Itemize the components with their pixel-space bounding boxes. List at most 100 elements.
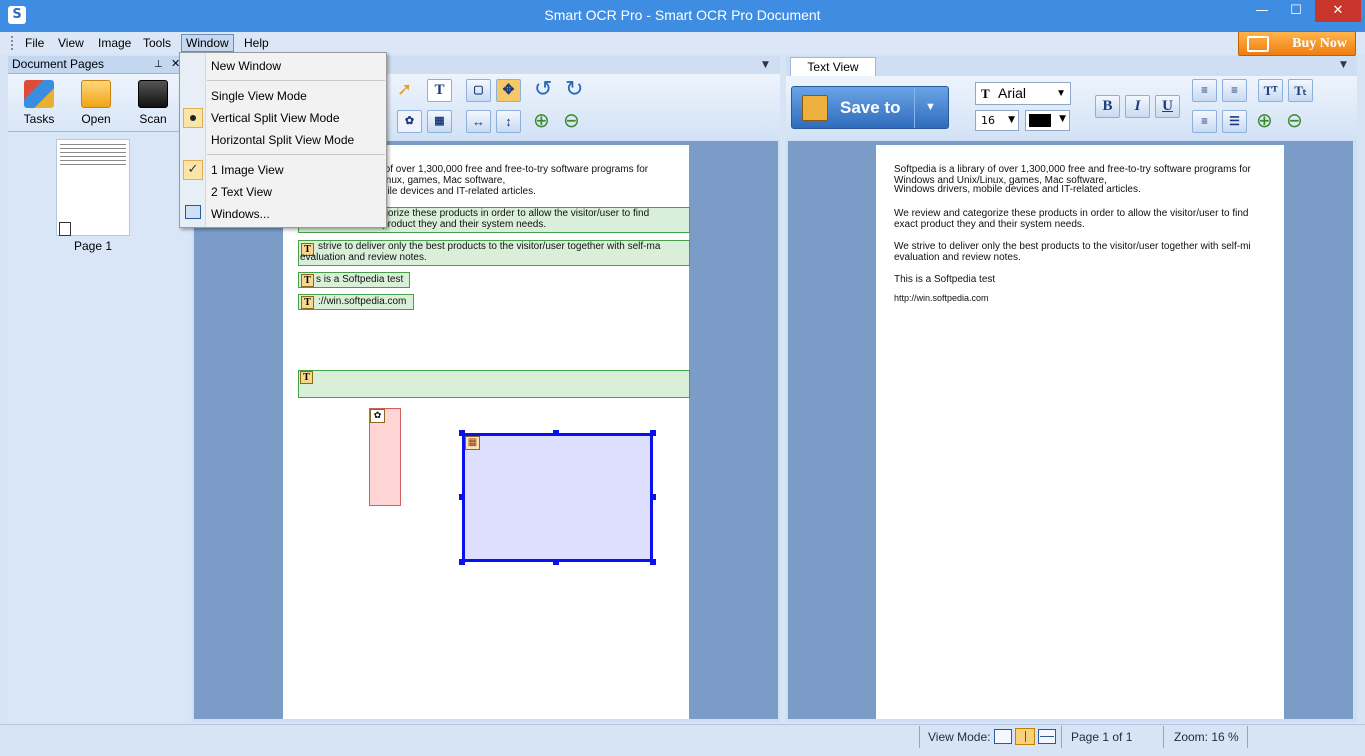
fit-height-icon[interactable]: ↕ <box>496 110 521 133</box>
horizontal-split-icon[interactable] <box>1038 729 1056 744</box>
table-zone-selected[interactable] <box>462 433 653 562</box>
superscript-icon[interactable]: Tᵀ <box>1258 79 1283 102</box>
align-right-icon[interactable]: ≡ <box>1192 110 1217 133</box>
scan-label: Scan <box>139 112 167 126</box>
status-divider <box>1061 726 1062 748</box>
text-p2-line-1[interactable]: We review and categorize these products … <box>894 208 1282 219</box>
menu-file[interactable]: File <box>21 34 48 52</box>
italic-button[interactable]: I <box>1125 95 1150 118</box>
rotate-left-icon[interactable]: ↺ <box>534 79 558 103</box>
resize-handle[interactable] <box>650 430 656 436</box>
close-button[interactable]: ✕ <box>1315 0 1361 22</box>
image-line-1: ary of over 1,300,000 free and free-to-t… <box>368 164 649 175</box>
save-to-divider <box>914 87 915 128</box>
tasks-button[interactable]: Tasks <box>14 80 64 126</box>
chevron-down-icon: ▼ <box>1059 114 1066 124</box>
resize-handle[interactable] <box>553 430 559 436</box>
align-left-icon[interactable]: ≡ <box>1192 79 1217 102</box>
align-center-icon[interactable]: ≡ <box>1222 79 1247 102</box>
tab-text-view[interactable]: Text View <box>790 57 876 76</box>
minimize-button[interactable]: — <box>1245 0 1279 22</box>
document-pages-header: Document Pages ⊥ ✕ <box>8 56 188 74</box>
vertical-split-icon[interactable] <box>1015 728 1035 745</box>
menu-separator <box>207 80 385 81</box>
maximize-button[interactable]: ☐ <box>1279 0 1313 22</box>
page-thumbnail[interactable] <box>56 139 130 236</box>
chevron-down-icon: ▼ <box>1008 115 1015 125</box>
pin-icon[interactable]: ⊥ <box>154 56 163 73</box>
text-color-select[interactable]: ▼ <box>1025 110 1070 131</box>
menu-window[interactable]: Window <box>181 34 234 52</box>
zoom-in-icon[interactable]: ⊕ <box>533 109 557 133</box>
scan-button[interactable]: Scan <box>128 80 178 126</box>
resize-handle[interactable] <box>553 559 559 565</box>
single-view-icon[interactable] <box>994 729 1012 744</box>
zoom-out-icon[interactable]: ⊖ <box>563 109 587 133</box>
text-p5[interactable]: http://win.softpedia.com <box>894 293 989 304</box>
text-page[interactable] <box>876 145 1284 719</box>
font-icon: T <box>981 86 990 101</box>
view-mode-label: View Mode: <box>928 730 991 744</box>
menu-item-windows[interactable]: Windows... <box>211 204 270 224</box>
folder-icon <box>81 80 111 108</box>
resize-handle[interactable] <box>459 430 465 436</box>
save-to-label: Save to <box>840 98 901 117</box>
image-line-3: mobile devices and IT-related articles. <box>368 186 536 197</box>
menu-item-text-view[interactable]: 2 Text View <box>211 182 272 202</box>
picture-zone-tool-icon[interactable]: ✿ <box>397 110 422 133</box>
move-tool-icon[interactable]: ✥ <box>496 79 521 102</box>
resize-handle[interactable] <box>650 559 656 565</box>
image-box4-text: s is a Softpedia test <box>316 274 404 285</box>
menu-view[interactable]: View <box>54 34 88 52</box>
page-doc-icon <box>59 222 71 236</box>
fit-width-icon[interactable]: ↔ <box>466 110 491 133</box>
save-to-button[interactable]: Save to ▼ <box>791 86 949 129</box>
chevron-down-icon[interactable]: ▼ <box>925 87 936 128</box>
title-bar: S Smart OCR Pro - Smart OCR Pro Document… <box>0 0 1365 32</box>
justify-icon[interactable]: ☰ <box>1222 110 1247 133</box>
image-panel-menu-icon[interactable]: ▼ <box>762 60 769 70</box>
status-bar <box>0 724 1365 756</box>
text-p4[interactable]: This is a Softpedia test <box>894 274 995 285</box>
document-pages-title: Document Pages <box>12 57 105 71</box>
resize-handle[interactable] <box>459 494 465 500</box>
font-family-select[interactable]: T Arial ▼ <box>975 82 1071 105</box>
rect-zone-tool-icon[interactable]: ▢ <box>466 79 491 102</box>
menu-item-new-window[interactable]: New Window <box>211 56 281 76</box>
menu-tools[interactable]: Tools <box>139 34 175 52</box>
font-size-select[interactable]: 16 ▼ <box>975 110 1019 131</box>
text-p3-line-1[interactable]: We strive to deliver only the best produ… <box>894 241 1282 252</box>
text-zone-marker-icon: T <box>301 296 314 309</box>
text-zone-tool-icon[interactable]: T <box>427 79 452 102</box>
scanner-icon <box>138 80 168 108</box>
menu-help[interactable]: Help <box>240 34 273 52</box>
menu-image[interactable]: Image <box>94 34 135 52</box>
pointer-tool-icon[interactable]: ➚ <box>397 79 421 103</box>
text-p2-line-2[interactable]: exact product they and their system need… <box>894 219 1085 230</box>
page-label: Page 1 <box>73 239 113 253</box>
table-zone-tool-icon[interactable]: ▦ <box>427 110 452 133</box>
chevron-down-icon: ▼ <box>1056 88 1066 99</box>
menu-item-vertical-split[interactable]: Vertical Split View Mode <box>211 108 340 128</box>
text-panel-menu-icon[interactable]: ▼ <box>1340 60 1347 70</box>
menu-item-single-view[interactable]: Single View Mode <box>211 86 307 106</box>
rotate-right-icon[interactable]: ↻ <box>565 79 589 103</box>
picture-zone-marker-icon: ✿ <box>370 409 385 423</box>
image-box5-text: ://win.softpedia.com <box>318 296 407 307</box>
menu-item-image-view[interactable]: 1 Image View <box>211 160 284 180</box>
ocr-text-zone[interactable] <box>298 370 690 398</box>
text-p1-line-1[interactable]: Softpedia is a library of over 1,300,000… <box>894 164 1282 175</box>
menu-item-horizontal-split[interactable]: Horizontal Split View Mode <box>211 130 354 150</box>
resize-handle[interactable] <box>459 559 465 565</box>
resize-handle[interactable] <box>650 494 656 500</box>
underline-button[interactable]: U <box>1155 95 1180 118</box>
text-zone-marker-icon: T <box>301 274 314 287</box>
text-p3-line-2[interactable]: evaluation and review notes. <box>894 252 1021 263</box>
subscript-icon[interactable]: Tₜ <box>1288 79 1313 102</box>
buy-now-button[interactable]: Buy Now <box>1238 31 1356 56</box>
open-button[interactable]: Open <box>71 80 121 126</box>
zoom-in-icon[interactable]: ⊕ <box>1256 109 1280 133</box>
text-p1-line-3[interactable]: Windows drivers, mobile devices and IT-r… <box>894 184 1141 195</box>
zoom-out-icon[interactable]: ⊖ <box>1286 109 1310 133</box>
bold-button[interactable]: B <box>1095 95 1120 118</box>
